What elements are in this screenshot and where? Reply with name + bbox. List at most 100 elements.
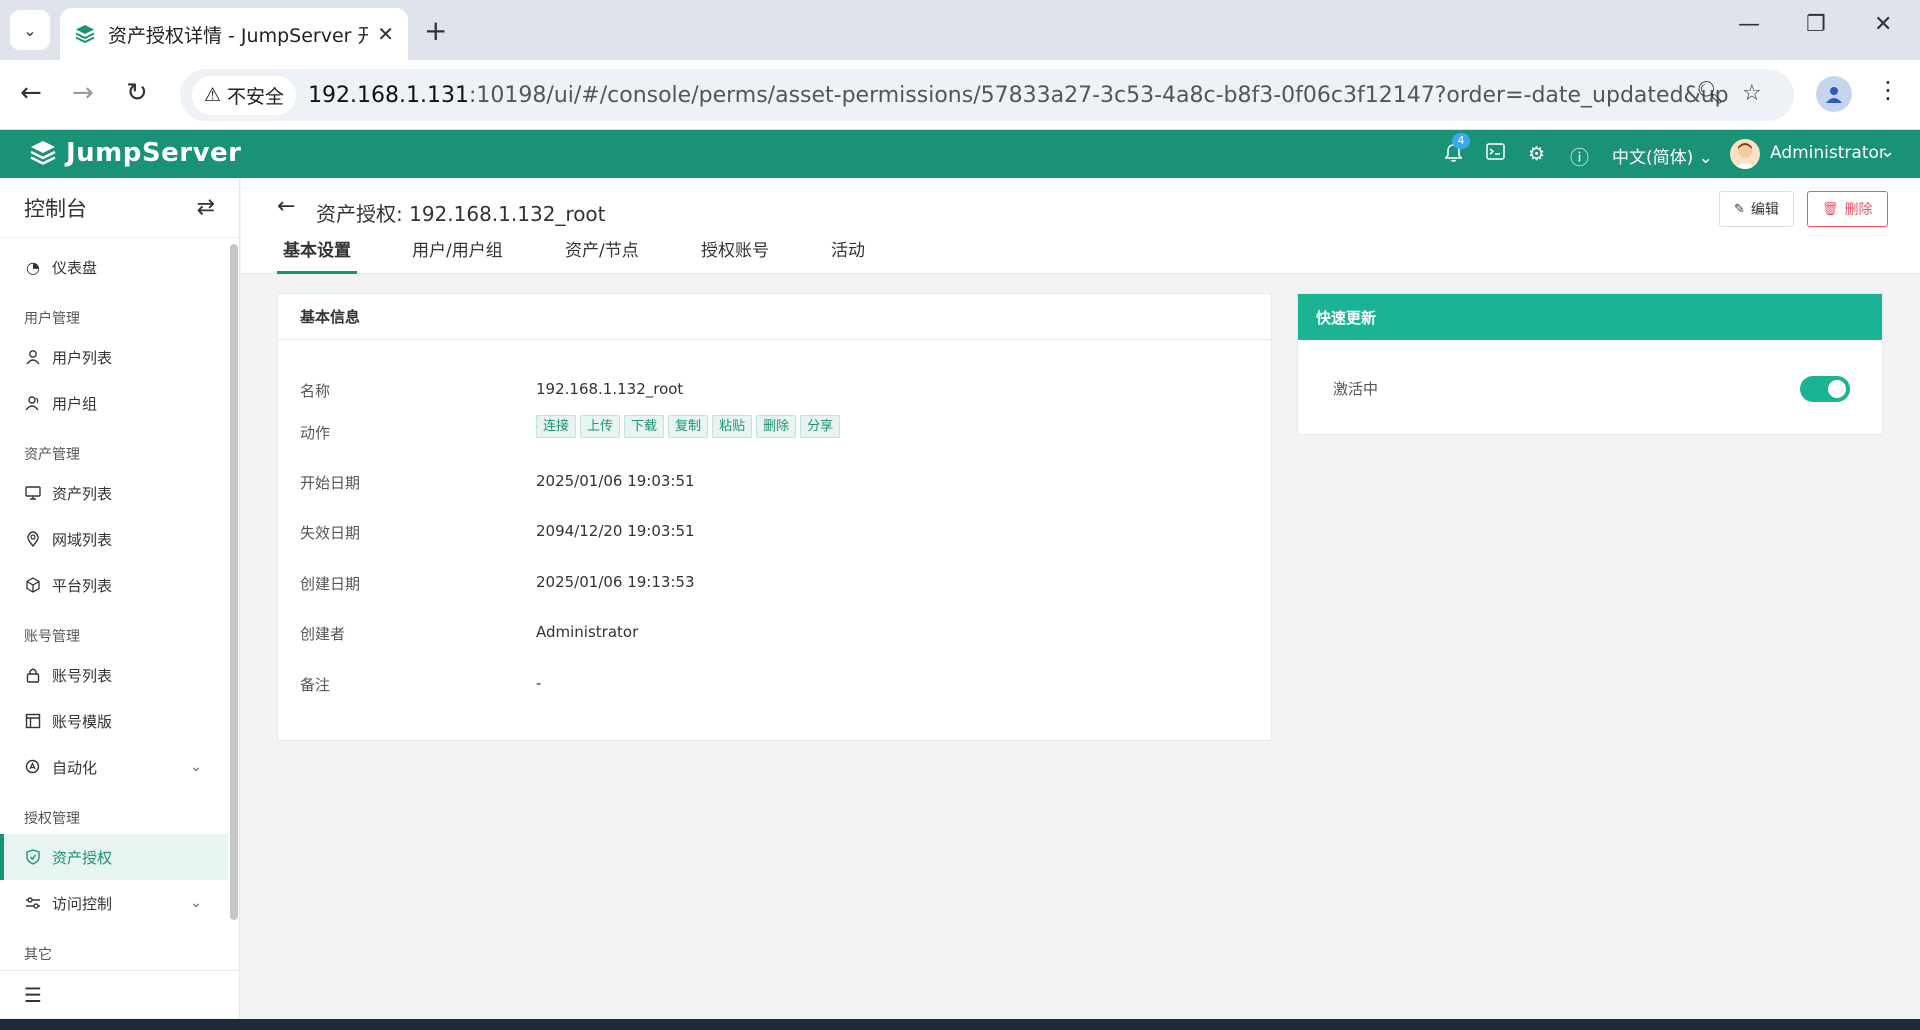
sidebar: 控制台 ⇄ ◔ 仪表盘 用户管理 用户列表 用户组 资产管理 资产列表 网域列表 <box>0 178 240 1018</box>
browser-tab[interactable]: 资产授权详情 - JumpServer 开 ✕ <box>60 8 408 60</box>
omnibox[interactable]: ⚠ 不安全 192.168.1.131:10198/ui/#/console/p… <box>180 69 1794 121</box>
sidebar-item-label: 访问控制 <box>52 894 113 913</box>
expire-date-value: 2094/12/20 19:03:51 <box>536 522 695 540</box>
delete-button[interactable]: 🗑︎ 删除 <box>1807 191 1888 227</box>
template-icon <box>24 713 42 729</box>
edit-button-label: 编辑 <box>1750 202 1779 218</box>
back-arrow-icon[interactable]: ← <box>277 194 295 219</box>
tab-title: 资产授权详情 - JumpServer 开 <box>108 24 368 47</box>
tab-accounts[interactable]: 授权账号 <box>701 236 769 274</box>
sidebar-item-platform-list[interactable]: 平台列表 <box>0 562 228 608</box>
sidebar-item-user-group[interactable]: 用户组 <box>0 380 228 426</box>
jumpserver-favicon-icon <box>75 25 95 44</box>
sidebar-item-label: 账号模版 <box>52 712 113 731</box>
action-tag: 上传 <box>580 415 621 438</box>
location-pin-icon <box>24 531 42 547</box>
back-arrow-icon[interactable]: ← <box>20 78 42 108</box>
start-date-label: 开始日期 <box>300 474 361 492</box>
action-tag: 下载 <box>624 415 665 438</box>
sidebar-item-account-list[interactable]: 账号列表 <box>0 652 228 698</box>
monitor-icon <box>24 485 42 501</box>
tab-basic-settings[interactable]: 基本设置 <box>277 236 357 274</box>
sidebar-item-automation[interactable]: 自动化 ⌄ <box>0 744 228 790</box>
sidebar-item-access-control[interactable]: 访问控制 ⌄ <box>0 880 228 926</box>
sidebar-item-label: 账号列表 <box>52 666 113 685</box>
reload-icon[interactable]: ↻ <box>126 78 148 108</box>
logo-icon <box>30 141 56 165</box>
action-tag: 连接 <box>536 415 577 438</box>
action-tag: 删除 <box>756 415 797 438</box>
edit-icon: ✎ <box>1734 201 1745 217</box>
quick-update-card: 快速更新 激活中 <box>1297 293 1883 435</box>
user-avatar[interactable] <box>1730 139 1760 169</box>
tab-activity[interactable]: 活动 <box>831 236 865 274</box>
start-date-value: 2025/01/06 19:03:51 <box>536 472 695 490</box>
close-tab-icon[interactable]: ✕ <box>377 22 394 46</box>
page-title: 资产授权: 192.168.1.132_root <box>316 202 606 226</box>
sidebar-item-label: 仪表盘 <box>52 258 98 277</box>
restore-icon[interactable]: ❐ <box>1806 12 1826 37</box>
sidebar-item-asset-permission[interactable]: 资产授权 <box>0 834 228 880</box>
comment-value: - <box>536 674 542 692</box>
language-selector[interactable]: 中文(简体) ⌄ <box>1612 143 1713 168</box>
sidebar-group-other: 其它 <box>24 947 52 963</box>
url-host: 192.168.1.131 <box>308 82 470 108</box>
app-header: JumpServer 4 ⚙ ⓘ 中文(简体) ⌄ Administrator … <box>0 130 1920 178</box>
sidebar-item-user-list[interactable]: 用户列表 <box>0 334 228 380</box>
chevron-down-icon: ⌄ <box>190 895 202 911</box>
chevron-down-icon[interactable]: ⌄ <box>1880 141 1895 162</box>
sidebar-group-account-mgmt: 账号管理 <box>24 629 80 645</box>
action-tag: 复制 <box>668 415 709 438</box>
zoom-icon[interactable]: 🔍︎ <box>1696 81 1724 106</box>
edit-button[interactable]: ✎ 编辑 <box>1719 191 1794 227</box>
sidebar-item-dashboard[interactable]: ◔ 仪表盘 <box>0 244 228 290</box>
browser-address-bar: ← → ↻ ⚠ 不安全 192.168.1.131:10198/ui/#/con… <box>0 60 1920 130</box>
os-taskbar <box>0 1019 1920 1030</box>
logo[interactable]: JumpServer <box>28 138 241 168</box>
terminal-icon[interactable] <box>1486 143 1505 165</box>
collapse-menu-icon: ☰ <box>24 982 42 1007</box>
tab-search-button[interactable]: ⌄ <box>10 10 50 50</box>
chevron-down-icon: ⌄ <box>23 20 37 40</box>
security-indicator[interactable]: ⚠ 不安全 <box>192 75 297 115</box>
created-date-value: 2025/01/06 19:13:53 <box>536 573 695 591</box>
sidebar-item-asset-list[interactable]: 资产列表 <box>0 470 228 516</box>
sidebar-collapse-button[interactable]: ☰ <box>0 970 240 1018</box>
forward-arrow-icon[interactable]: → <box>72 78 94 108</box>
sidebar-item-label: 资产授权 <box>52 848 113 867</box>
tab-users[interactable]: 用户/用户组 <box>412 236 503 274</box>
browser-menu-icon[interactable]: ⋮ <box>1876 76 1900 104</box>
access-control-icon <box>24 895 42 911</box>
sidebar-group-perm-mgmt: 授权管理 <box>24 811 80 827</box>
user-name[interactable]: Administrator <box>1770 143 1886 163</box>
url-text[interactable]: 192.168.1.131:10198/ui/#/console/perms/a… <box>308 83 1728 108</box>
action-tag: 分享 <box>800 415 841 438</box>
settings-gear-icon[interactable]: ⚙ <box>1528 143 1545 165</box>
sidebar-item-label: 用户组 <box>52 394 98 413</box>
sidebar-item-label: 用户列表 <box>52 348 113 367</box>
active-label: 激活中 <box>1333 380 1379 398</box>
chevron-down-icon: ⌄ <box>190 759 202 775</box>
created-date-label: 创建日期 <box>300 575 361 593</box>
user-group-icon <box>24 395 42 411</box>
active-toggle[interactable] <box>1800 376 1850 402</box>
sidebar-scrollbar[interactable] <box>230 244 238 920</box>
new-tab-button[interactable]: + <box>424 14 447 47</box>
bookmark-star-icon[interactable]: ☆ <box>1742 81 1762 106</box>
cube-icon <box>24 577 42 593</box>
sidebar-item-label: 自动化 <box>52 758 98 777</box>
profile-avatar-icon[interactable] <box>1816 76 1852 112</box>
sidebar-item-label: 平台列表 <box>52 576 113 595</box>
window-close-icon[interactable]: ✕ <box>1874 12 1892 37</box>
tab-assets[interactable]: 资产/节点 <box>565 236 639 274</box>
comment-label: 备注 <box>300 676 331 694</box>
sidebar-group-asset-mgmt: 资产管理 <box>24 447 80 463</box>
name-value: 192.168.1.132_root <box>536 380 684 398</box>
page-header: ← 资产授权: 192.168.1.132_root ✎ 编辑 🗑︎ 删除 基本… <box>241 178 1920 274</box>
switch-view-icon[interactable]: ⇄ <box>197 195 215 220</box>
url-path: :10198/ui/#/console/perms/asset-permissi… <box>469 82 1729 108</box>
help-icon[interactable]: ⓘ <box>1570 143 1589 170</box>
sidebar-item-account-template[interactable]: 账号模版 <box>0 698 228 744</box>
sidebar-item-zone-list[interactable]: 网域列表 <box>0 516 228 562</box>
minimize-icon[interactable]: — <box>1738 12 1760 37</box>
